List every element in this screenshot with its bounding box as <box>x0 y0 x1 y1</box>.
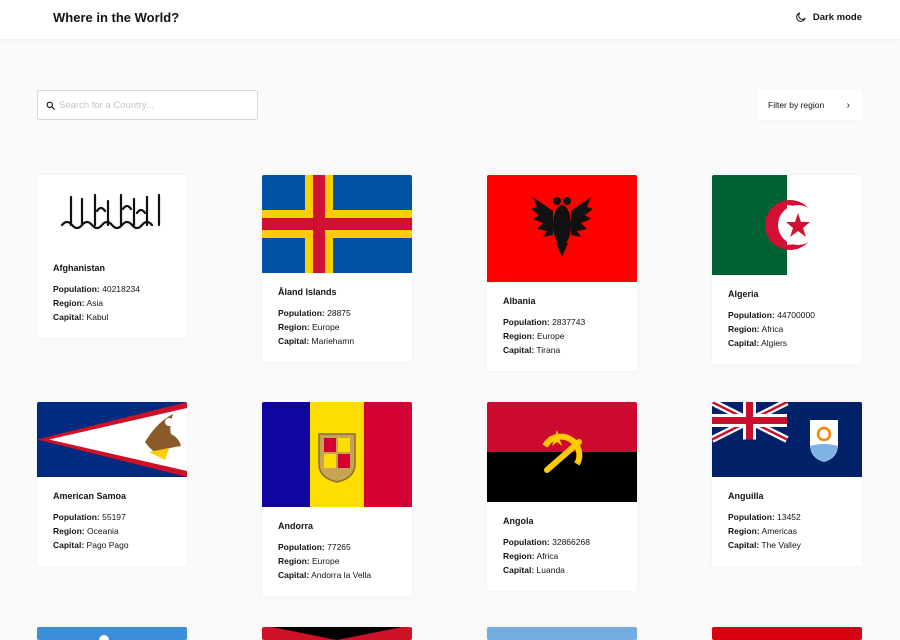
anguilla-flag-icon <box>712 402 862 477</box>
region-label: Region: <box>53 526 85 536</box>
region-label: Region: <box>503 331 535 341</box>
capital-value: Andorra la Vella <box>311 570 372 580</box>
partial-flag-card[interactable] <box>262 627 412 640</box>
country-name: Åland Islands <box>278 287 337 297</box>
top-bar: Where in the World? Dark mode <box>0 0 900 39</box>
country-card[interactable]: Anguilla Population: 13452 Region: Ameri… <box>712 402 862 566</box>
population-value: 2837743 <box>552 317 586 327</box>
population-label: Population: <box>278 542 325 552</box>
partial-flag-card[interactable] <box>37 627 187 640</box>
region-label: Region: <box>728 324 760 334</box>
capital-value: Kabul <box>86 312 109 322</box>
population-label: Population: <box>278 308 325 318</box>
app-title: Where in the World? <box>53 10 180 25</box>
country-card[interactable]: Andorra Population: 77265 Region: Europe… <box>262 402 412 596</box>
country-card[interactable]: Åland Islands Population: 28875 Region: … <box>262 175 412 362</box>
population-label: Population: <box>728 512 775 522</box>
population-label: Population: <box>53 284 100 294</box>
angola-flag-icon <box>487 402 637 502</box>
capital-value: Tirana <box>536 345 561 355</box>
capital-label: Capital: <box>278 336 310 346</box>
region-value: Americas <box>761 526 797 536</box>
partial-flag-emblem <box>99 635 109 640</box>
capital-value: The Valley <box>761 540 801 550</box>
capital-label: Capital: <box>53 312 85 322</box>
population-value: 13452 <box>777 512 801 522</box>
country-name: Angola <box>503 516 534 526</box>
region-label: Region: <box>53 298 85 308</box>
capital-label: Capital: <box>53 540 85 550</box>
moon-icon <box>796 12 806 22</box>
region-value: Africa <box>761 324 784 334</box>
population-label: Population: <box>503 317 550 327</box>
capital-value: Algiers <box>761 338 788 348</box>
search-input[interactable] <box>59 99 249 111</box>
search-icon <box>46 101 55 110</box>
region-filter-dropdown[interactable]: Filter by region › <box>757 90 862 120</box>
region-label: Region: <box>728 526 760 536</box>
dark-mode-toggle[interactable]: Dark mode <box>795 11 862 23</box>
dark-mode-label: Dark mode <box>812 11 862 23</box>
region-value: Oceania <box>87 526 119 536</box>
country-card[interactable]: American Samoa Population: 55197 Region:… <box>37 402 187 566</box>
population-label: Population: <box>728 310 775 320</box>
albania-flag-icon <box>487 175 637 282</box>
capital-label: Capital: <box>728 540 760 550</box>
capital-label: Capital: <box>503 565 535 575</box>
population-value: 77265 <box>327 542 351 552</box>
country-name: Albania <box>503 296 536 306</box>
country-card[interactable]: Afghanistan Population: 40218234 Region:… <box>37 175 187 338</box>
partial-flag-image <box>262 627 412 640</box>
filter-label: Filter by region <box>768 100 825 110</box>
country-card[interactable]: Algeria Population: 44700000 Region: Afr… <box>712 175 862 364</box>
region-value: Europe <box>312 322 340 332</box>
region-value: Asia <box>86 298 104 308</box>
country-name: Anguilla <box>728 491 764 501</box>
region-value: Europe <box>537 331 565 341</box>
search-box[interactable] <box>37 90 258 120</box>
chevron-right-icon: › <box>846 99 850 111</box>
country-card[interactable]: Albania Population: 2837743 Region: Euro… <box>487 175 637 371</box>
region-label: Region: <box>503 551 535 561</box>
population-value: 55197 <box>102 512 126 522</box>
population-label: Population: <box>53 512 100 522</box>
region-value: Europe <box>312 556 340 566</box>
partial-flag-card[interactable] <box>487 627 637 640</box>
capital-value: Mariehamn <box>311 336 355 346</box>
algeria-flag-icon <box>712 175 862 275</box>
region-value: Africa <box>536 551 559 561</box>
capital-label: Capital: <box>728 338 760 348</box>
population-value: 32866268 <box>552 537 590 547</box>
region-label: Region: <box>278 322 310 332</box>
country-name: American Samoa <box>53 491 127 501</box>
country-name: Andorra <box>278 521 314 531</box>
capital-label: Capital: <box>278 570 310 580</box>
country-name: Afghanistan <box>53 263 106 273</box>
population-label: Population: <box>503 537 550 547</box>
aland-flag-icon <box>262 175 412 273</box>
country-card[interactable]: Angola Population: 32866268 Region: Afri… <box>487 402 637 591</box>
capital-label: Capital: <box>503 345 535 355</box>
capital-value: Luanda <box>536 565 565 575</box>
country-name: Algeria <box>728 289 759 299</box>
population-value: 40218234 <box>102 284 140 294</box>
population-value: 44700000 <box>777 310 815 320</box>
andorra-flag-icon <box>262 402 412 507</box>
capital-value: Pago Pago <box>86 540 129 550</box>
region-label: Region: <box>278 556 310 566</box>
american-samoa-flag-icon <box>37 402 187 477</box>
population-value: 28875 <box>327 308 351 318</box>
partial-flag-card[interactable] <box>712 627 862 640</box>
afghanistan-flag-icon <box>37 175 187 249</box>
